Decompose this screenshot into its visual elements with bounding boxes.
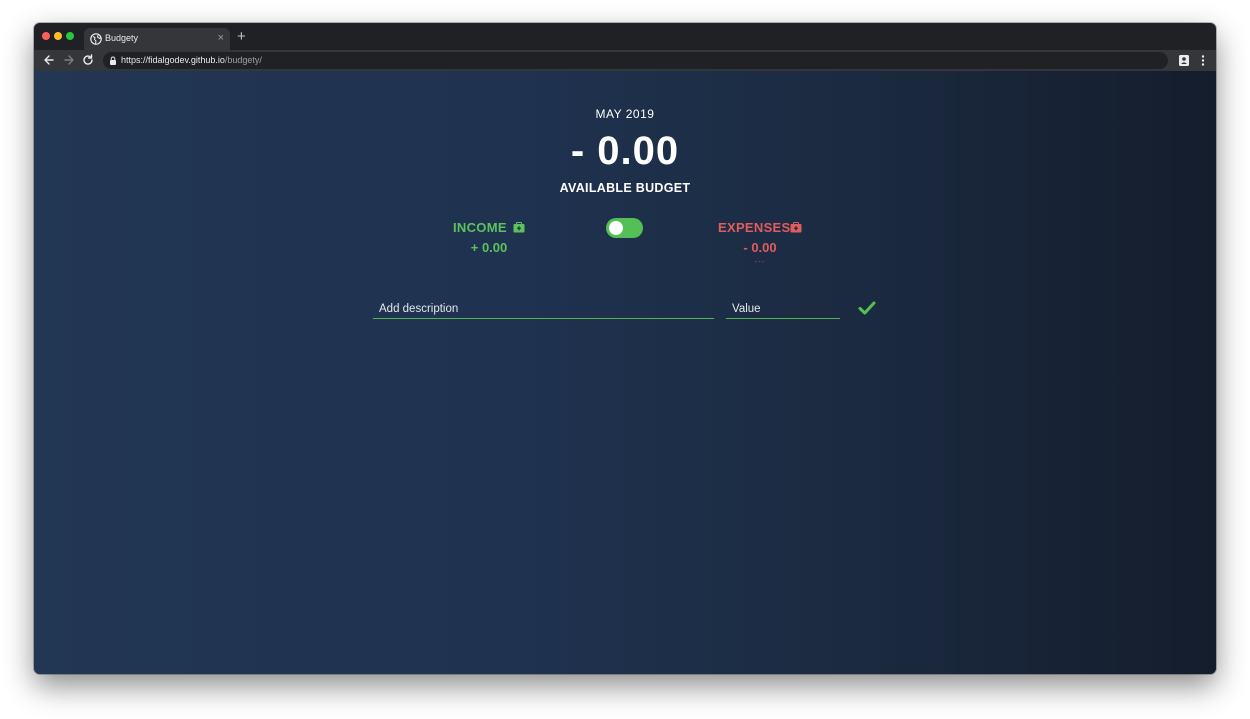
- url-path: /budgety/: [224, 55, 262, 65]
- type-toggle[interactable]: [606, 218, 643, 238]
- url-text: https://fidalgodev.github.io/budgety/: [121, 55, 262, 65]
- expenses-title: EXPENSES: [718, 220, 791, 235]
- add-item-button[interactable]: [858, 300, 876, 316]
- browser-tab[interactable]: Budgety ×: [84, 28, 230, 50]
- tab-bar: Budgety × +: [34, 23, 1216, 50]
- page-content: MAY 2019 - 0.00 AVAILABLE BUDGET INCOME …: [34, 71, 1216, 674]
- browser-toolbar: https://fidalgodev.github.io/budgety/: [34, 50, 1216, 71]
- new-tab-button[interactable]: +: [237, 29, 246, 45]
- forward-arrow-icon[interactable]: [62, 53, 76, 67]
- description-input[interactable]: [373, 299, 714, 319]
- url-host: https://fidalgodev.github.io: [121, 55, 225, 65]
- reload-icon[interactable]: [81, 53, 95, 67]
- globe-icon: [90, 33, 102, 45]
- tab-close-icon[interactable]: ×: [218, 31, 224, 45]
- close-window-button[interactable]: [42, 32, 50, 40]
- value-input[interactable]: [726, 299, 840, 319]
- back-arrow-icon[interactable]: [42, 53, 56, 67]
- expenses-percentage: ---: [754, 257, 766, 266]
- income-box-icon: [513, 222, 525, 233]
- lock-icon: [110, 56, 116, 65]
- tab-title: Budgety: [105, 33, 139, 43]
- available-budget-value: - 0.00: [570, 129, 680, 173]
- check-icon: [858, 301, 876, 315]
- address-bar[interactable]: https://fidalgodev.github.io/budgety/: [103, 52, 1168, 69]
- expenses-value: - 0.00: [743, 240, 777, 255]
- minimize-window-button[interactable]: [54, 32, 62, 40]
- expense-box-icon: [790, 222, 802, 233]
- browser-window: Budgety × + https://fidalgodev.github.io…: [34, 23, 1216, 674]
- income-value: + 0.00: [470, 240, 508, 255]
- budget-month: MAY 2019: [595, 107, 655, 121]
- more-menu-icon[interactable]: [1201, 54, 1205, 67]
- income-title: INCOME: [453, 220, 507, 235]
- profile-icon[interactable]: [1178, 54, 1190, 67]
- maximize-window-button[interactable]: [66, 32, 74, 40]
- available-budget-label: AVAILABLE BUDGET: [559, 181, 691, 195]
- toggle-knob: [609, 221, 623, 235]
